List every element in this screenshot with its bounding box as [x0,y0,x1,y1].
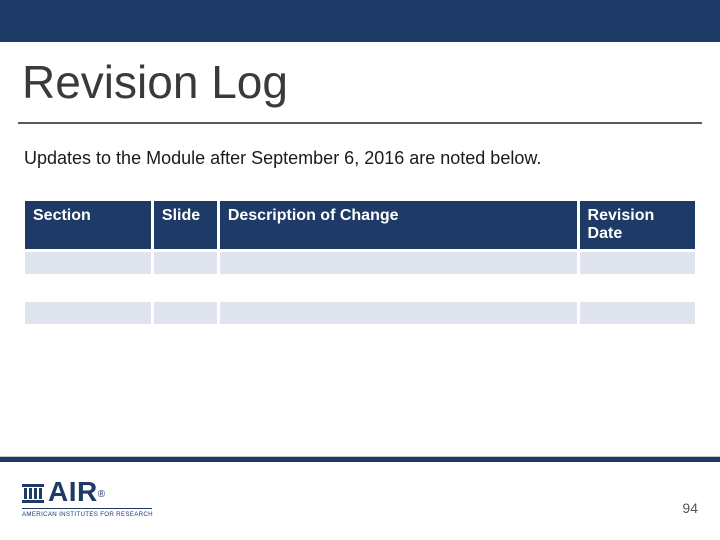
cell-revision-date [580,252,695,274]
cell-slide [154,252,217,274]
cell-description [220,252,577,274]
cell-revision-date [580,302,695,324]
header-revision-date: Revision Date [580,201,695,249]
table-row [25,277,695,299]
page-title: Revision Log [22,55,698,109]
title-rule [18,122,702,124]
header-slide: Slide [154,201,217,249]
cell-description [220,302,577,324]
pillars-icon [22,481,44,503]
logo-divider [22,508,152,509]
slide: Revision Log Updates to the Module after… [0,0,720,540]
cell-revision-date [580,277,695,299]
cell-section [25,252,151,274]
logo-subtext: AMERICAN INSTITUTES FOR RESEARCH [22,511,152,518]
cell-slide [154,277,217,299]
cell-description [220,277,577,299]
registered-mark-icon: ® [98,489,105,500]
cell-section [25,302,151,324]
table-row [25,252,695,274]
top-bar [0,0,720,42]
header-section: Section [25,201,151,249]
revision-table: Section Slide Description of Change Revi… [22,198,698,327]
logo-text: AIR [48,478,98,506]
page-number: 94 [682,500,698,516]
footer-rule [0,457,720,462]
table-row [25,302,695,324]
cell-slide [154,302,217,324]
cell-section [25,277,151,299]
table-header-row: Section Slide Description of Change Revi… [25,201,695,249]
header-description: Description of Change [220,201,577,249]
air-logo: AIR® AMERICAN INSTITUTES FOR RESEARCH [22,478,152,518]
subtitle: Updates to the Module after September 6,… [24,148,696,169]
